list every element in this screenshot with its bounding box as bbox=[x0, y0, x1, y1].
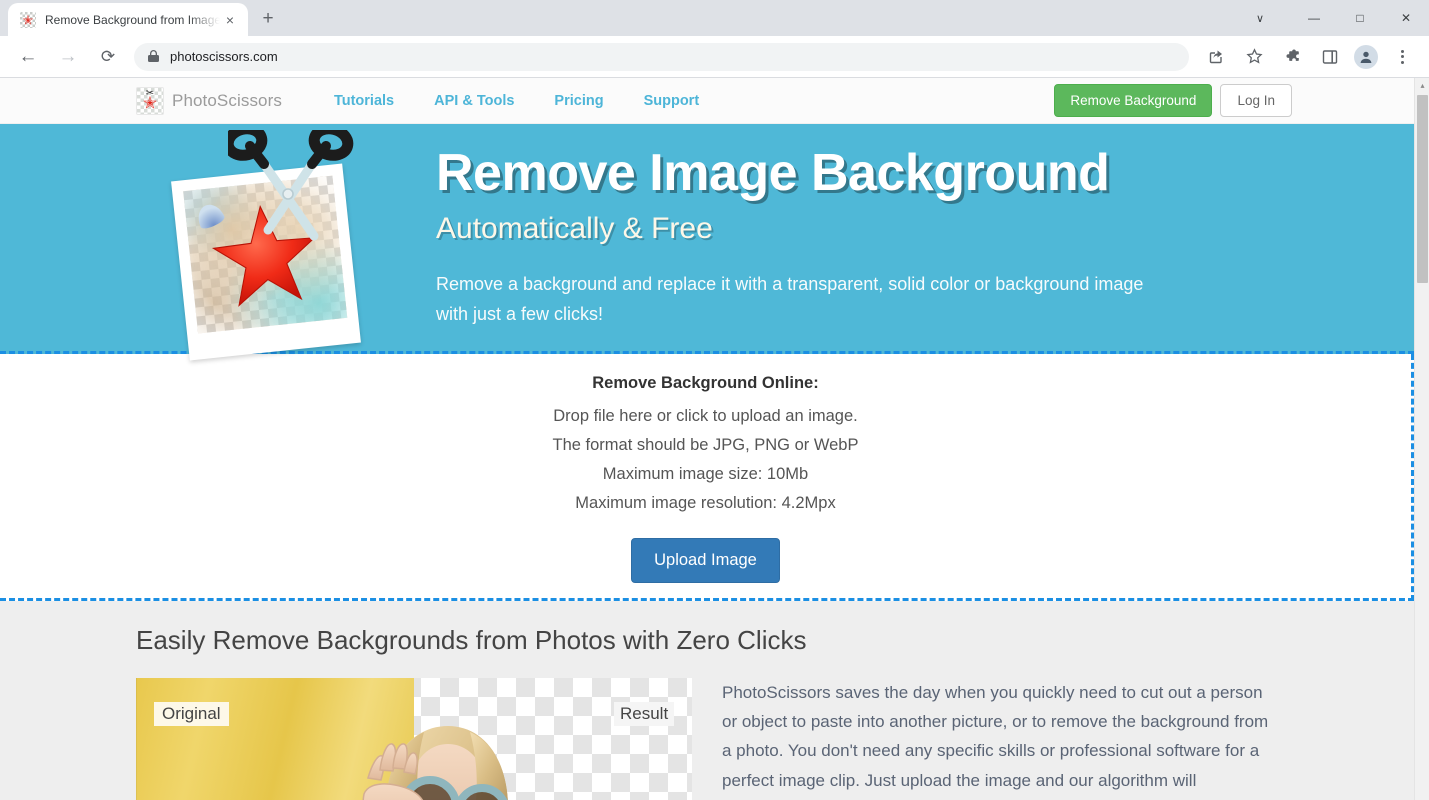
page-scrollbar[interactable]: ▴ bbox=[1414, 78, 1429, 800]
features-paragraph: PhotoScissors saves the day when you qui… bbox=[722, 683, 1269, 800]
nav-item-api-tools[interactable]: API & Tools bbox=[414, 93, 534, 109]
browser-toolbar: ← → ⟳ photoscissors.com bbox=[0, 36, 1429, 78]
upload-dropzone[interactable]: Remove Background Online: Drop file here… bbox=[0, 354, 1414, 601]
remove-background-button[interactable]: Remove Background bbox=[1054, 84, 1213, 117]
tab-title: Remove Background from Image bbox=[45, 12, 220, 27]
dropzone-hint-resolution: Maximum image resolution: 4.2Mpx bbox=[575, 493, 836, 512]
result-badge: Result bbox=[614, 702, 675, 726]
nav-item-tutorials[interactable]: Tutorials bbox=[314, 93, 414, 109]
scroll-up-icon[interactable]: ▴ bbox=[1415, 78, 1429, 93]
hero-section: Remove Image Background Automatically & … bbox=[0, 124, 1414, 361]
star-icon[interactable] bbox=[1240, 43, 1268, 71]
login-button[interactable]: Log In bbox=[1220, 84, 1292, 117]
dropzone-title: Remove Background Online: bbox=[592, 374, 819, 392]
page-viewport: ✂ ✭ PhotoScissors Tutorials API & Tools … bbox=[0, 78, 1429, 800]
browser-window: ✭ Remove Background from Image × + ∨ — □… bbox=[0, 0, 1429, 800]
photoscissors-logo-icon: ✂ ✭ bbox=[136, 86, 164, 115]
three-dot-menu-icon[interactable] bbox=[1388, 43, 1416, 71]
original-badge: Original bbox=[154, 702, 229, 726]
browser-tab[interactable]: ✭ Remove Background from Image × bbox=[8, 3, 248, 36]
new-tab-button[interactable]: + bbox=[254, 5, 282, 33]
features-section: Easily Remove Backgrounds from Photos wi… bbox=[0, 601, 1414, 800]
window-close-icon[interactable]: ✕ bbox=[1383, 2, 1429, 34]
dropzone-hint-format: The format should be JPG, PNG or WebP bbox=[552, 435, 859, 454]
hero-copy: Remove Image Background Automatically & … bbox=[436, 145, 1143, 330]
brand-name: PhotoScissors bbox=[172, 90, 282, 110]
toolbar-icons bbox=[1197, 43, 1421, 71]
nav-item-support[interactable]: Support bbox=[624, 93, 720, 109]
minimize-icon[interactable]: — bbox=[1291, 2, 1337, 34]
maximize-icon[interactable]: □ bbox=[1337, 2, 1383, 34]
hero-description-line-1: Remove a background and replace it with … bbox=[436, 274, 1144, 295]
main-nav: Tutorials API & Tools Pricing Support bbox=[314, 93, 719, 109]
site-header: ✂ ✭ PhotoScissors Tutorials API & Tools … bbox=[0, 78, 1414, 124]
back-icon[interactable]: ← bbox=[13, 42, 43, 72]
forward-icon[interactable]: → bbox=[53, 42, 83, 72]
share-icon[interactable] bbox=[1202, 43, 1230, 71]
starfish-favicon: ✭ bbox=[20, 11, 36, 28]
profile-avatar-icon[interactable] bbox=[1354, 44, 1378, 69]
hero-description-line-2: with just a few clicks! bbox=[436, 304, 604, 325]
puzzle-piece-icon[interactable] bbox=[1278, 43, 1306, 71]
header-actions: Remove Background Log In bbox=[1054, 84, 1292, 117]
browser-titlebar: ✭ Remove Background from Image × + ∨ — □… bbox=[0, 0, 1429, 36]
hero-title: Remove Image Background bbox=[436, 144, 1110, 203]
person-photo bbox=[362, 726, 508, 800]
side-panel-icon[interactable] bbox=[1316, 43, 1344, 71]
chevron-down-icon[interactable]: ∨ bbox=[1237, 2, 1283, 34]
window-controls: ∨ — □ ✕ bbox=[1237, 0, 1429, 36]
address-bar[interactable]: photoscissors.com bbox=[134, 42, 1189, 71]
upload-image-button[interactable]: Upload Image bbox=[631, 538, 780, 584]
page-content: ✂ ✭ PhotoScissors Tutorials API & Tools … bbox=[0, 78, 1414, 800]
reload-icon[interactable]: ⟳ bbox=[93, 42, 123, 72]
scissors-icon bbox=[228, 130, 354, 241]
brand-logo-link[interactable]: ✂ ✭ PhotoScissors bbox=[136, 86, 282, 115]
scrollbar-thumb[interactable] bbox=[1417, 95, 1428, 283]
secure-lock-icon bbox=[148, 50, 159, 63]
before-after-comparison: Original Result bbox=[136, 678, 692, 800]
dropzone-hint-size: Maximum image size: 10Mb bbox=[602, 464, 809, 483]
hero-illustration bbox=[168, 130, 408, 361]
nav-item-pricing[interactable]: Pricing bbox=[534, 93, 623, 109]
hero-subtitle: Automatically & Free bbox=[436, 212, 713, 246]
dropzone-hint-drop: Drop file here or click to upload an ima… bbox=[553, 406, 858, 425]
url-text: photoscissors.com bbox=[170, 49, 278, 64]
close-icon[interactable]: × bbox=[220, 10, 240, 30]
features-row: Original Result PhotoScissors saves the … bbox=[136, 678, 1414, 800]
features-heading: Easily Remove Backgrounds from Photos wi… bbox=[136, 625, 807, 655]
